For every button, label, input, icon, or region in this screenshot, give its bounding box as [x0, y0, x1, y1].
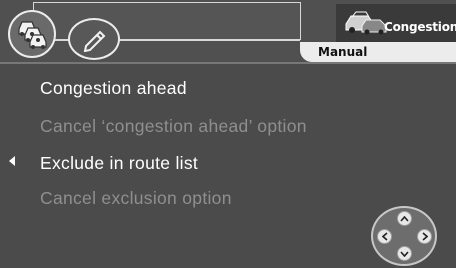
navigation-screen: Congestion Manual Congestion ahead Cance…	[0, 0, 456, 268]
dpad-control[interactable]	[371, 206, 437, 266]
arrow-down-icon[interactable]	[397, 246, 412, 261]
header-underline	[0, 62, 456, 64]
car-congestion-icon	[345, 11, 387, 35]
traffic-jam-icon[interactable]	[8, 10, 56, 58]
pencil-icon[interactable]	[68, 18, 120, 60]
arrow-up-icon[interactable]	[397, 211, 412, 226]
header-bar: Congestion Manual	[0, 0, 456, 62]
menu-item-congestion-ahead[interactable]: Congestion ahead	[40, 78, 187, 99]
menu-item-cancel-exclusion: Cancel exclusion option	[40, 188, 232, 208]
menu-item-cancel-congestion-ahead: Cancel ‘congestion ahead’ option	[40, 116, 307, 136]
selection-arrow-icon	[9, 156, 15, 166]
mode-label: Congestion	[384, 20, 456, 34]
mode-tile[interactable]: Congestion	[336, 4, 456, 42]
submode-tab[interactable]: Manual	[300, 42, 456, 62]
menu-item-exclude-in-route-list[interactable]: Exclude in route list	[40, 153, 198, 174]
submode-label: Manual	[318, 45, 368, 59]
arrow-right-icon[interactable]	[417, 229, 432, 244]
arrow-left-icon[interactable]	[377, 229, 392, 244]
